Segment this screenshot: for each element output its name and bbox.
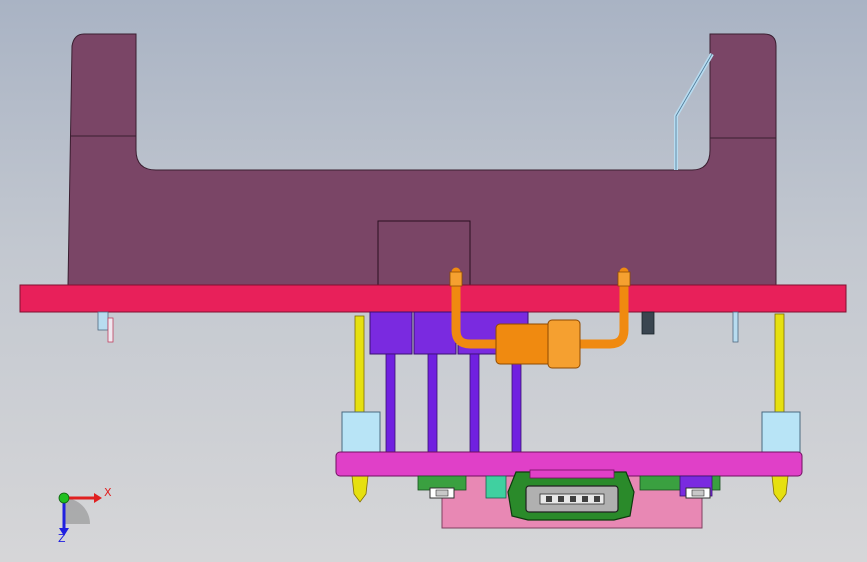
left-pin: [97, 311, 109, 331]
triad-x-label: X: [104, 486, 112, 499]
usb-contact-4: [582, 496, 588, 502]
coax-top-left: [449, 271, 463, 287]
standoff-right-spacer: [761, 411, 801, 453]
top-plate[interactable]: [19, 284, 847, 313]
usb-top-tab: [529, 469, 615, 479]
housing-bracket[interactable]: [67, 33, 777, 286]
connector-leg-2: [427, 353, 438, 453]
usb-contact-5: [594, 496, 600, 502]
left-pin-tip: [107, 317, 114, 343]
connector-block-left: [369, 311, 413, 355]
clip-left-inner: [435, 489, 449, 497]
triad-x-arrow: [94, 493, 102, 503]
right-pin: [732, 311, 739, 343]
clip-right-inner: [691, 489, 705, 497]
connector-leg-4: [511, 353, 522, 453]
connector-leg-1: [385, 353, 396, 453]
usb-contact-1: [546, 496, 552, 502]
teal-component: [485, 475, 507, 499]
triad-y-axis: [58, 492, 70, 504]
coax-top-right: [617, 271, 631, 287]
triad-shadow: [64, 498, 90, 524]
standoff-right-post: [774, 313, 785, 413]
standoff-left-spacer: [341, 411, 381, 453]
bent-wire: [674, 52, 714, 170]
connector-leg-3: [469, 353, 480, 453]
usb-contact-3: [570, 496, 576, 502]
coax-collar: [547, 319, 581, 369]
coax-body: [495, 323, 553, 365]
cad-viewport[interactable]: X Z: [0, 0, 867, 562]
housing-body: [67, 33, 777, 286]
standoff-left-post: [354, 315, 365, 413]
standoff-right-foot: [771, 475, 789, 503]
triad-z-label: Z: [58, 532, 66, 545]
bent-wire-outline: [675, 53, 713, 170]
dark-pin: [641, 311, 655, 335]
usb-connector[interactable]: [507, 469, 635, 521]
coordinate-triad[interactable]: X Z: [58, 486, 112, 545]
connector-block-mid: [413, 311, 457, 355]
standoff-left-foot: [351, 475, 369, 503]
usb-contact-2: [558, 496, 564, 502]
